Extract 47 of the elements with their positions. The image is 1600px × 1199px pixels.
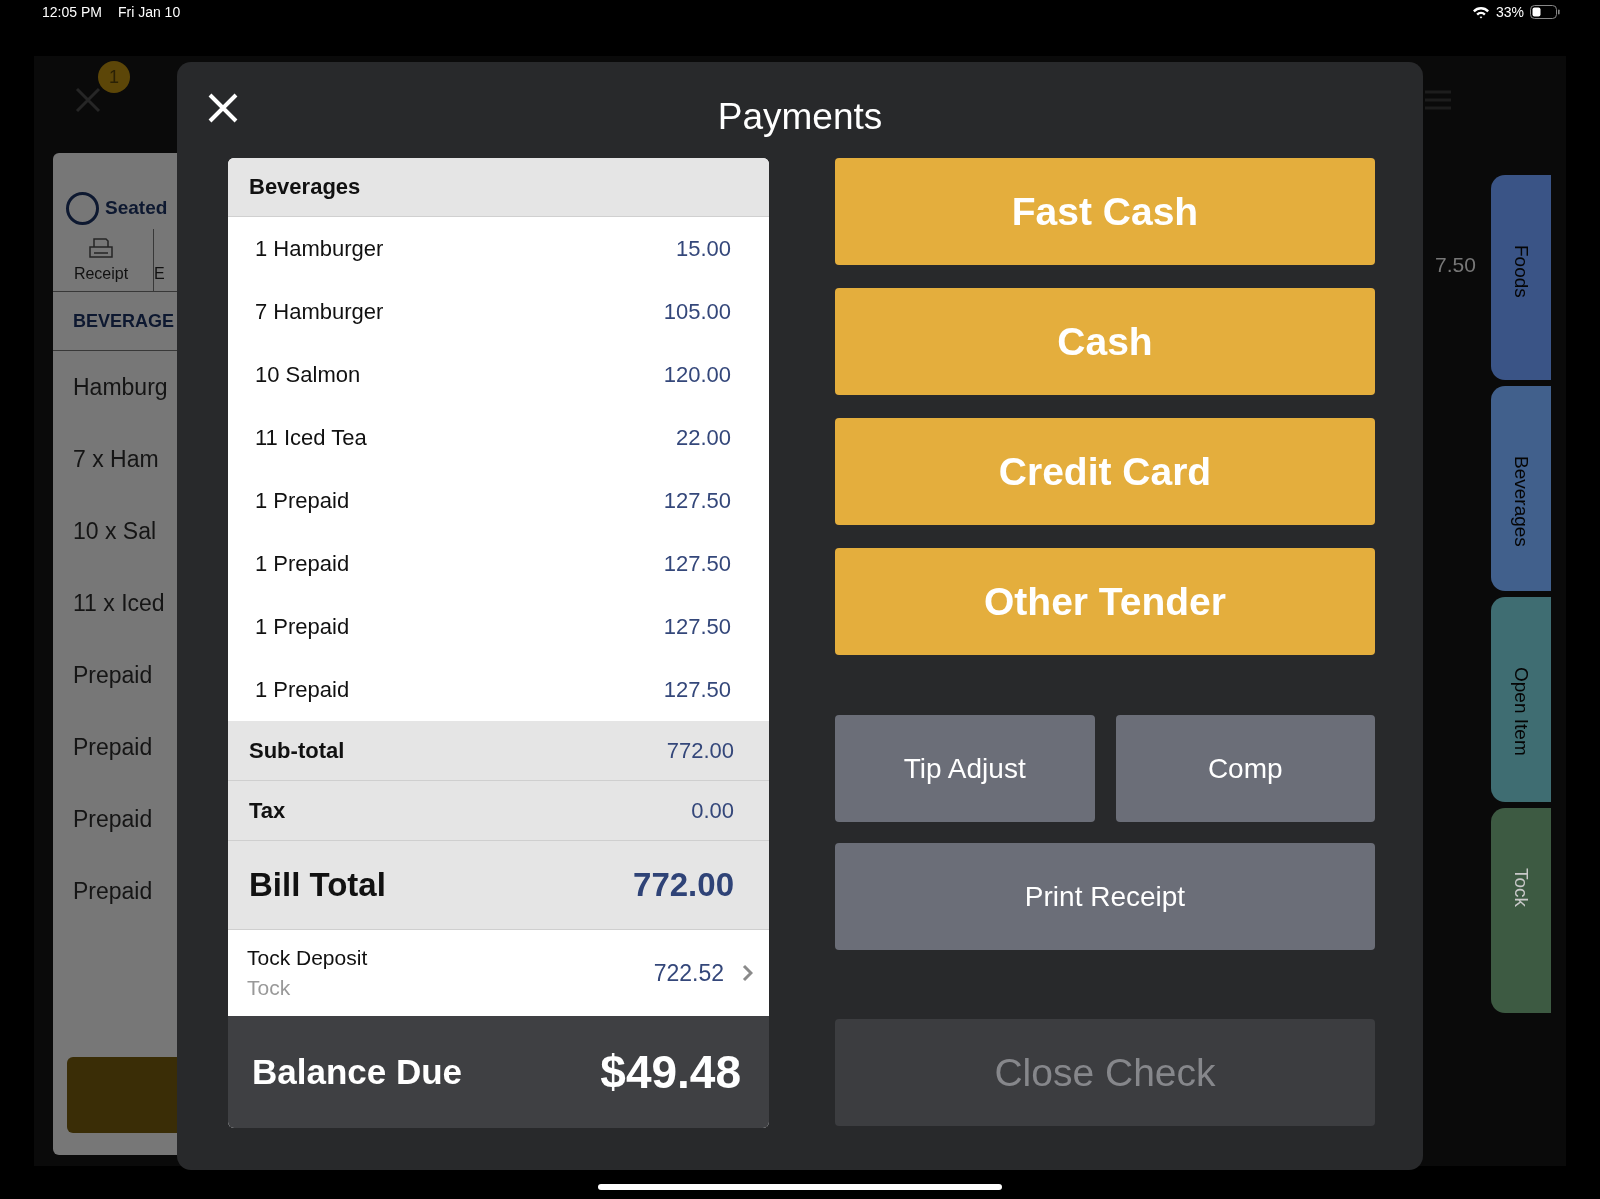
card-action[interactable]: E	[154, 265, 165, 283]
action-button[interactable]: Tip Adjust	[835, 715, 1095, 822]
battery-percent: 33%	[1495, 4, 1524, 20]
section-heading: Beverages	[228, 158, 769, 217]
subtotal-value: 0.00	[691, 797, 734, 824]
item-name: 1 Prepaid	[255, 550, 350, 577]
subtotal-label: Sub-total	[249, 737, 345, 764]
item-amount: 7.50	[1435, 253, 1476, 276]
side-tab[interactable]: Open Item	[1491, 597, 1551, 802]
total-label: Bill Total	[249, 866, 386, 904]
item-name: 10 Salmon	[255, 361, 361, 388]
chevron-right-icon	[742, 964, 753, 982]
item-name: 1 Prepaid	[255, 487, 350, 514]
seated-status: Seated	[105, 197, 168, 219]
total-value: 772.00	[633, 866, 734, 904]
item-amount: 15.00	[675, 235, 731, 262]
balance-label: Balance Due	[252, 1052, 463, 1092]
item-name: 1 Prepaid	[255, 676, 350, 703]
side-tab[interactable]: Foods	[1491, 175, 1551, 380]
item-amount: 22.00	[675, 424, 731, 451]
receipt-action[interactable]: Receipt	[73, 265, 129, 283]
payment-amount: 722.52	[653, 959, 724, 987]
payment-name: Tock Deposit	[247, 946, 369, 970]
item-amount: 127.50	[663, 550, 731, 577]
subtotal-label: Tax	[249, 797, 286, 824]
item-amount: 105.00	[663, 298, 731, 325]
status-time: 12:05 PM	[42, 4, 102, 20]
action-button[interactable]: Print Receipt	[835, 843, 1375, 950]
status-date: Fri Jan 10	[117, 4, 181, 20]
item-name: 1 Hamburger	[255, 235, 384, 262]
status-circle-icon	[66, 192, 99, 225]
item-amount: 120.00	[663, 361, 731, 388]
dialog-title: Payments	[717, 96, 883, 138]
printer-icon	[88, 237, 114, 261]
item-amount: 127.50	[663, 487, 731, 514]
side-tab[interactable]: Tock	[1491, 808, 1551, 1013]
side-tab[interactable]: Beverages	[1491, 386, 1551, 591]
balance-value: $49.48	[600, 1045, 741, 1099]
payment-source: Tock	[247, 976, 292, 1000]
wifi-icon	[1471, 5, 1490, 19]
battery-icon	[1530, 5, 1560, 19]
item-amount: 127.50	[663, 613, 731, 640]
item-name: 1 Prepaid	[255, 613, 350, 640]
item-amount: 127.50	[663, 676, 731, 703]
subtotal-value: 772.00	[666, 737, 734, 764]
action-button[interactable]: Comp	[1115, 715, 1375, 822]
item-name: 11 Iced Tea	[255, 424, 367, 451]
